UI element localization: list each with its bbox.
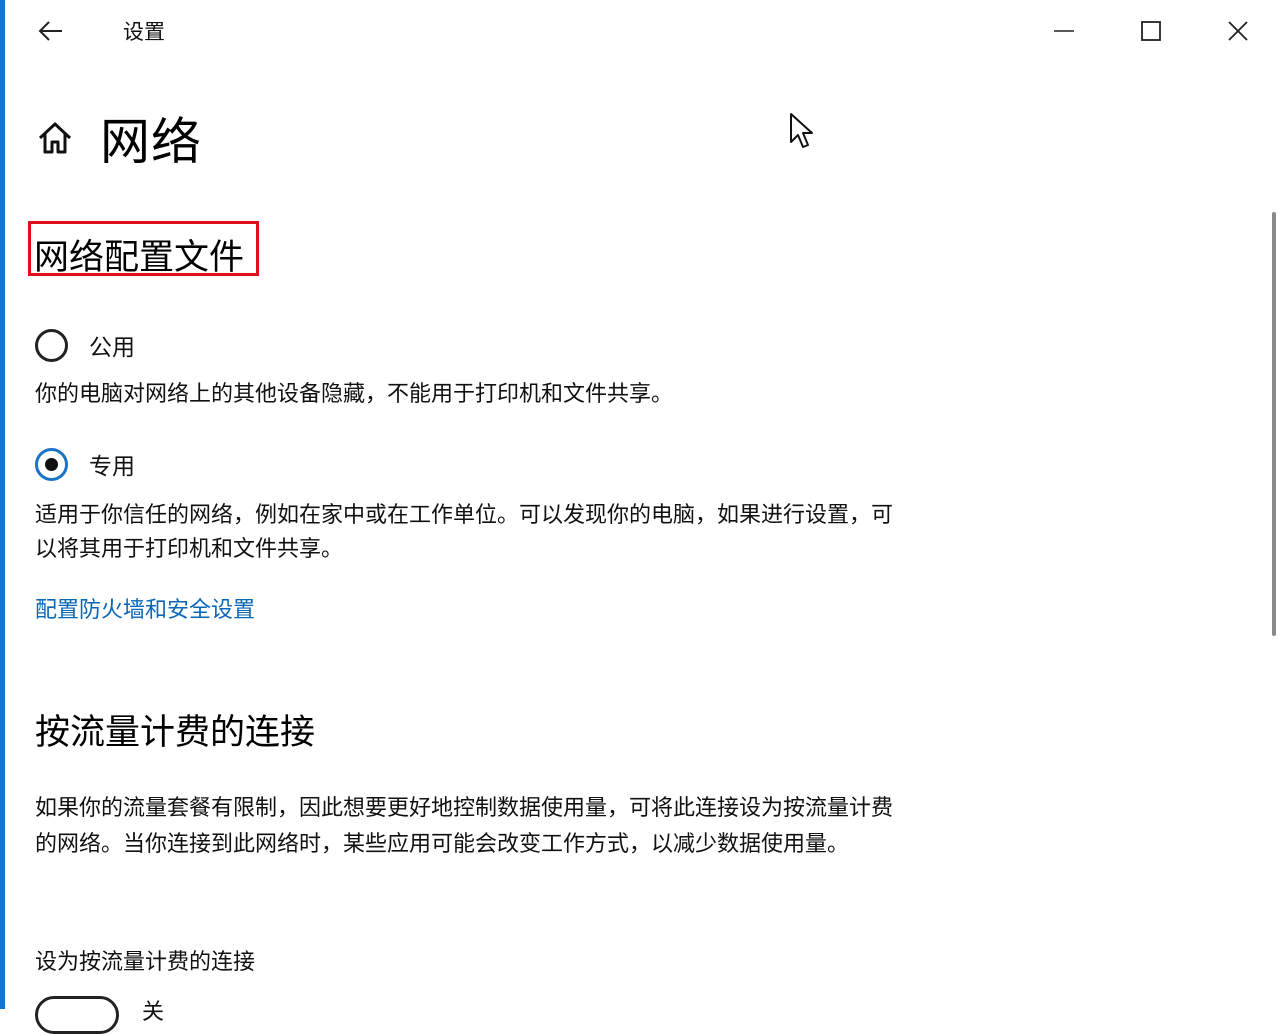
public-radio-button[interactable] bbox=[35, 328, 68, 362]
firewall-settings-link[interactable]: 配置防火墙和安全设置 bbox=[35, 592, 255, 624]
network-profile-heading: 网络配置文件 bbox=[34, 238, 245, 278]
metered-toggle-label: 设为按流量计费的连接 bbox=[35, 950, 256, 975]
app-title: 设置 bbox=[123, 20, 165, 44]
page-title: 网络 bbox=[100, 113, 202, 171]
maximize-button[interactable] bbox=[1123, 8, 1179, 54]
scrollbar[interactable] bbox=[1272, 212, 1276, 636]
public-radio-label: 公用 bbox=[89, 335, 135, 361]
close-button[interactable] bbox=[1210, 8, 1266, 54]
private-radio-label: 专用 bbox=[89, 454, 135, 480]
home-icon[interactable] bbox=[35, 118, 75, 158]
window-accent-edge bbox=[0, 0, 5, 1009]
title-bar: 设置 bbox=[5, 0, 1280, 62]
maximize-icon bbox=[1141, 21, 1161, 41]
public-description: 你的电脑对网络上的其他设备隐藏，不能用于打印机和文件共享。 bbox=[35, 382, 674, 407]
private-radio-button[interactable] bbox=[35, 447, 68, 481]
metered-connection-heading: 按流量计费的连接 bbox=[35, 713, 316, 753]
back-button[interactable] bbox=[31, 12, 71, 50]
metered-toggle-switch[interactable] bbox=[35, 996, 119, 1034]
public-radio-option[interactable]: 公用 bbox=[35, 328, 135, 362]
private-radio-option[interactable]: 专用 bbox=[35, 447, 135, 481]
radio-selected-dot bbox=[45, 457, 58, 471]
minimize-icon bbox=[1054, 30, 1074, 32]
minimize-button[interactable] bbox=[1036, 8, 1092, 54]
mouse-pointer-icon bbox=[789, 112, 815, 150]
metered-description: 如果你的流量套餐有限制，因此想要更好地控制数据使用量，可将此连接设为按流量计费的… bbox=[35, 796, 894, 857]
private-description: 适用于你信任的网络，例如在家中或在工作单位。可以发现你的电脑，如果进行设置，可以… bbox=[35, 503, 894, 562]
metered-toggle-state: 关 bbox=[142, 1000, 165, 1025]
arrow-left-icon bbox=[38, 21, 62, 41]
close-icon bbox=[1228, 21, 1248, 41]
